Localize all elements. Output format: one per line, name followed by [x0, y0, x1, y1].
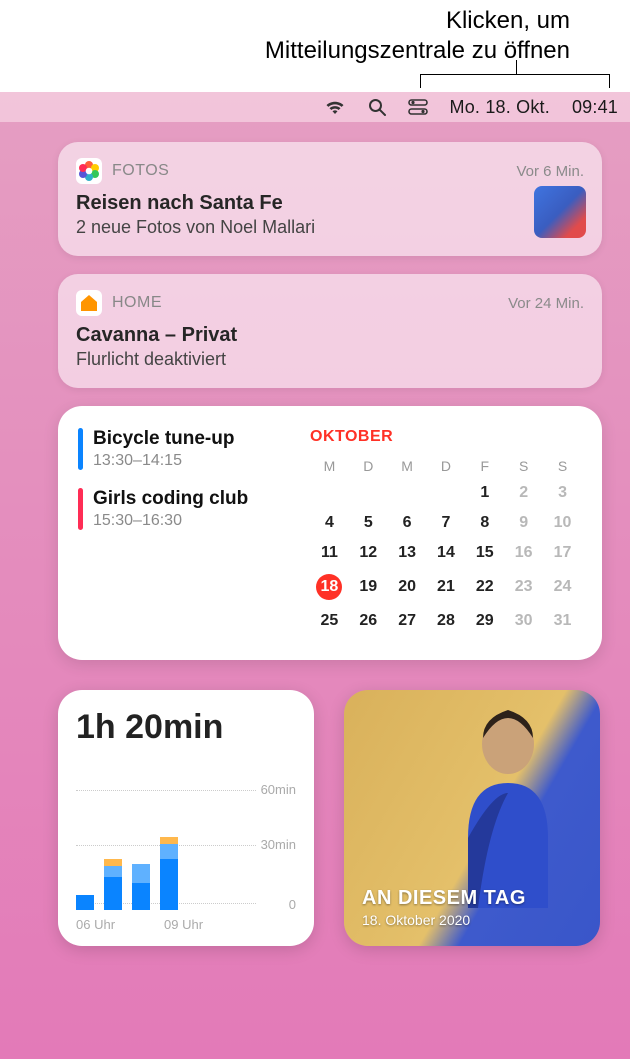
- calendar-day[interactable]: 1: [465, 478, 504, 508]
- calendar-day[interactable]: 12: [349, 538, 388, 568]
- wifi-icon[interactable]: [324, 99, 346, 115]
- menubar: Mo. 18. Okt. 09:41: [0, 92, 630, 122]
- calendar-day[interactable]: 25: [310, 606, 349, 636]
- calendar-day: [388, 478, 427, 508]
- event-title: Girls coding club: [93, 488, 248, 510]
- calendar-day[interactable]: 20: [388, 568, 427, 606]
- widget-row: 1h 20min 60min 30min 0 06 Uhr 09 Uhr: [58, 690, 602, 946]
- photo-memory-subtitle: 18. Oktober 2020: [362, 912, 526, 928]
- callout-bracket: [420, 74, 610, 88]
- calendar-day[interactable]: 11: [310, 538, 349, 568]
- notification-body: Flurlicht deaktiviert: [76, 349, 584, 370]
- event-color-bar: [78, 428, 83, 470]
- notification-title: Cavanna – Privat: [76, 324, 584, 347]
- dow-label: M: [388, 454, 427, 478]
- calendar-day[interactable]: 3: [543, 478, 582, 508]
- chart-bar: [76, 895, 94, 910]
- desktop: Mo. 18. Okt. 09:41 FOTOS Vo: [0, 92, 630, 1059]
- chart-xlabel: 09 Uhr: [164, 917, 203, 932]
- event-color-bar: [78, 488, 83, 530]
- chart-bar: [104, 859, 122, 910]
- calendar-event[interactable]: Girls coding club 15:30–16:30: [78, 488, 300, 530]
- photos-app-icon: [76, 158, 102, 184]
- calendar-day[interactable]: 7: [427, 508, 466, 538]
- dow-label: D: [349, 454, 388, 478]
- dow-label: F: [465, 454, 504, 478]
- chart-bar: [160, 837, 178, 910]
- photo-memory-image: [438, 698, 578, 908]
- calendar-day[interactable]: 18: [310, 568, 349, 606]
- calendar-event[interactable]: Bicycle tune-up 13:30–14:15: [78, 428, 300, 470]
- search-icon[interactable]: [368, 98, 386, 116]
- calendar-day[interactable]: 22: [465, 568, 504, 606]
- calendar-day[interactable]: 6: [388, 508, 427, 538]
- calendar-day[interactable]: 26: [349, 606, 388, 636]
- calendar-day[interactable]: 30: [504, 606, 543, 636]
- chart-ylabel: 30min: [261, 837, 296, 852]
- screen-time-chart: 60min 30min 0 06 Uhr 09 Uhr: [76, 782, 296, 932]
- event-time: 15:30–16:30: [93, 512, 248, 530]
- calendar-day[interactable]: 16: [504, 538, 543, 568]
- calendar-day[interactable]: 4: [310, 508, 349, 538]
- notification-home[interactable]: HOME Vor 24 Min. Cavanna – Privat Flurli…: [58, 274, 602, 388]
- callout-connector: [516, 60, 517, 74]
- screen-time-total: 1h 20min: [76, 708, 296, 747]
- calendar-day[interactable]: 19: [349, 568, 388, 606]
- calendar-day[interactable]: 23: [504, 568, 543, 606]
- calendar-day[interactable]: 27: [388, 606, 427, 636]
- calendar-day[interactable]: 28: [427, 606, 466, 636]
- notification-app-name: HOME: [112, 294, 162, 312]
- dow-label: M: [310, 454, 349, 478]
- control-center-icon[interactable]: [408, 99, 428, 115]
- calendar-table: MDMDFSS 12345678910111213141516171819202…: [310, 454, 582, 636]
- calendar-day[interactable]: 21: [427, 568, 466, 606]
- dow-label: S: [504, 454, 543, 478]
- calendar-day[interactable]: 29: [465, 606, 504, 636]
- calendar-day: [427, 478, 466, 508]
- calendar-day[interactable]: 17: [543, 538, 582, 568]
- notification-app-name: FOTOS: [112, 162, 169, 180]
- calendar-day[interactable]: 13: [388, 538, 427, 568]
- event-list: Bicycle tune-up 13:30–14:15 Girls coding…: [78, 428, 300, 636]
- menubar-time[interactable]: 09:41: [572, 97, 618, 118]
- event-time: 13:30–14:15: [93, 452, 234, 470]
- calendar-day[interactable]: 31: [543, 606, 582, 636]
- dow-label: D: [427, 454, 466, 478]
- event-title: Bicycle tune-up: [93, 428, 234, 450]
- calendar-day[interactable]: 10: [543, 508, 582, 538]
- calendar-day[interactable]: 14: [427, 538, 466, 568]
- dow-label: S: [543, 454, 582, 478]
- calendar-day[interactable]: 8: [465, 508, 504, 538]
- screen-time-widget[interactable]: 1h 20min 60min 30min 0 06 Uhr 09 Uhr: [58, 690, 314, 946]
- calendar-day: [349, 478, 388, 508]
- calendar-day[interactable]: 24: [543, 568, 582, 606]
- calendar-widget[interactable]: Bicycle tune-up 13:30–14:15 Girls coding…: [58, 406, 602, 660]
- calendar-day[interactable]: 9: [504, 508, 543, 538]
- notification-center: FOTOS Vor 6 Min. Reisen nach Santa Fe 2 …: [58, 142, 602, 946]
- month-label: Oktober: [310, 428, 582, 446]
- month-grid: Oktober MDMDFSS 123456789101112131415161…: [310, 428, 582, 636]
- chart-bar: [132, 864, 150, 910]
- chart-ylabel: 60min: [261, 782, 296, 797]
- notification-body: 2 neue Fotos von Noel Mallari: [76, 217, 584, 238]
- calendar-day[interactable]: 15: [465, 538, 504, 568]
- home-app-icon: [76, 290, 102, 316]
- photo-memory-title: AN DIESEM TAG: [362, 887, 526, 910]
- callout-line1: Klicken, um: [0, 6, 570, 36]
- notification-photos[interactable]: FOTOS Vor 6 Min. Reisen nach Santa Fe 2 …: [58, 142, 602, 256]
- calendar-day: [310, 478, 349, 508]
- notification-title: Reisen nach Santa Fe: [76, 192, 584, 215]
- calendar-day[interactable]: 5: [349, 508, 388, 538]
- photo-memory-widget[interactable]: AN DIESEM TAG 18. Oktober 2020: [344, 690, 600, 946]
- notification-thumbnail: [534, 186, 586, 238]
- calendar-day[interactable]: 2: [504, 478, 543, 508]
- help-callout: Klicken, um Mitteilungszentrale zu öffne…: [0, 0, 630, 66]
- menubar-date[interactable]: Mo. 18. Okt.: [450, 97, 550, 118]
- notification-time: Vor 6 Min.: [516, 163, 584, 180]
- callout-line2: Mitteilungszentrale zu öffnen: [0, 36, 570, 66]
- notification-time: Vor 24 Min.: [508, 295, 584, 312]
- chart-ylabel: 0: [289, 897, 296, 912]
- chart-xlabel: 06 Uhr: [76, 917, 115, 932]
